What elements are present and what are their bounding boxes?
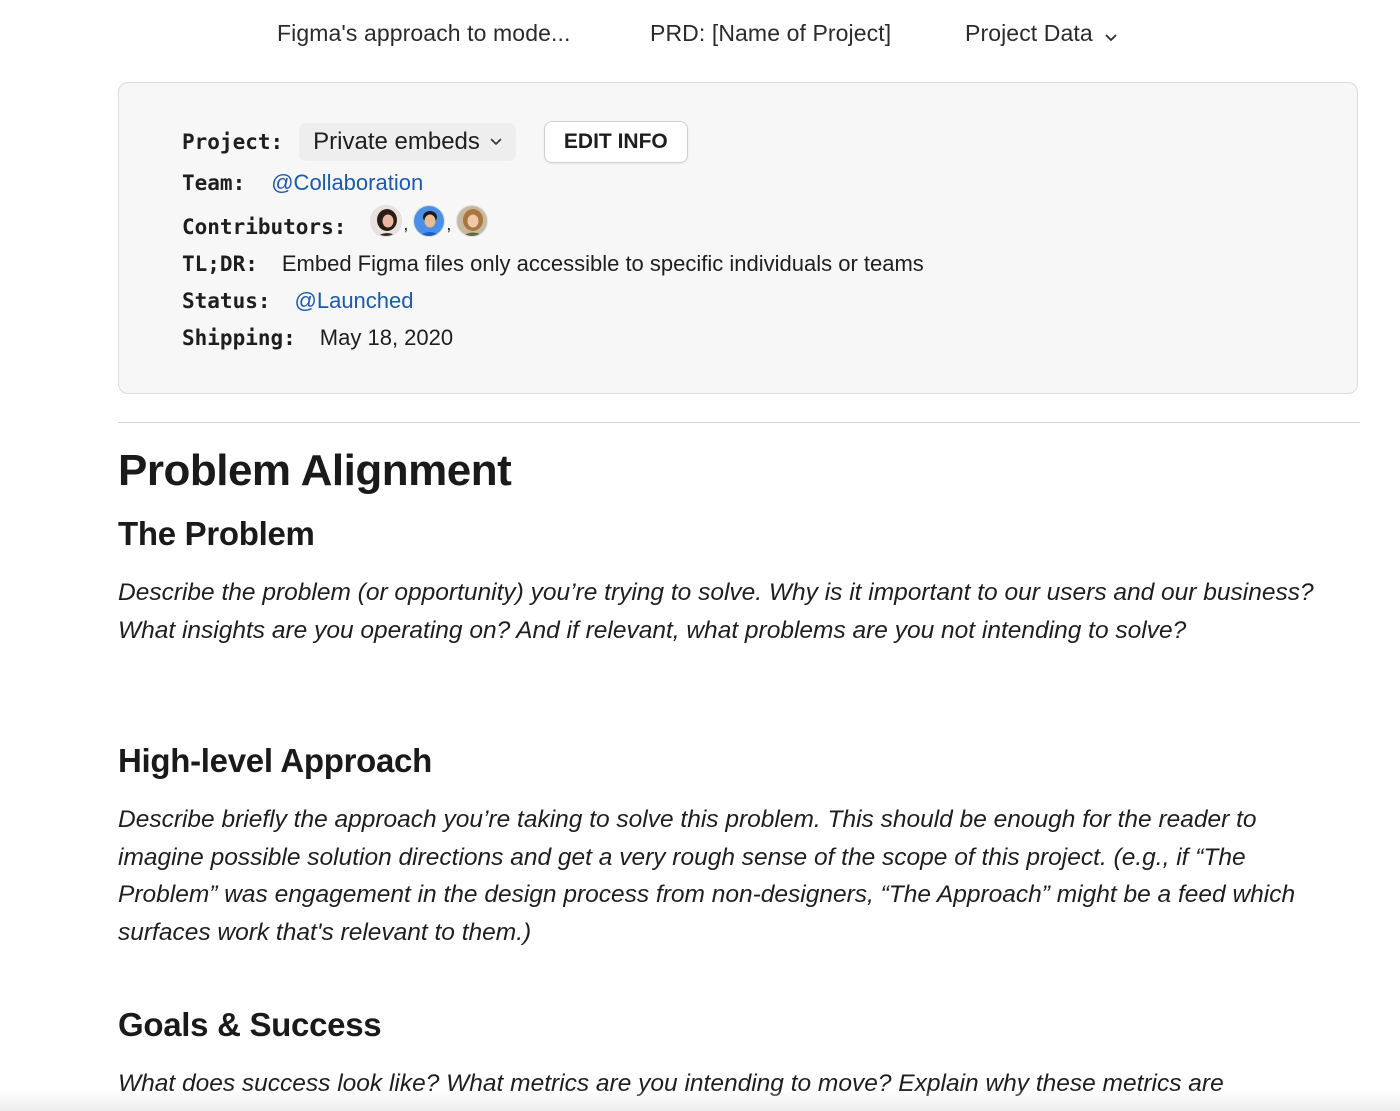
tldr-row: TL;DR: Embed Figma files only accessible… [182, 251, 924, 277]
section-heading-approach: High-level Approach [118, 742, 432, 779]
contributors-list: , , [370, 205, 489, 237]
shipping-label: Shipping: [182, 326, 296, 350]
bottom-fade [0, 1089, 1400, 1111]
project-info-card: Project: Private embeds EDIT INFO Team: … [118, 82, 1358, 394]
status-row: Status: @Launched [182, 288, 414, 314]
nav-item-label: Figma's approach to mode... [277, 20, 571, 46]
section-divider [118, 422, 1360, 423]
project-row: Project: Private embeds EDIT INFO [182, 121, 688, 163]
section-heading-goals: Goals & Success [118, 1006, 382, 1043]
avatar[interactable] [456, 205, 489, 237]
tldr-label: TL;DR: [182, 252, 258, 276]
nav-item-prd[interactable]: PRD: [Name of Project] [650, 20, 891, 47]
section-heading-problem: The Problem [118, 515, 315, 552]
status-link[interactable]: @Launched [295, 288, 414, 314]
contributor-separator: , [446, 214, 452, 234]
tldr-value: Embed Figma files only accessible to spe… [281, 251, 924, 276]
project-label: Project: [182, 130, 284, 154]
avatar[interactable] [413, 205, 446, 237]
contributors-row: Contributors: , , [182, 203, 489, 239]
chevron-down-icon [490, 138, 502, 146]
section-body-problem: Describe the problem (or opportunity) yo… [118, 579, 1314, 644]
top-nav: Figma's approach to mode... PRD: [Name o… [0, 0, 1400, 72]
nav-item-label: PRD: [Name of Project] [650, 20, 892, 46]
nav-item-label: Project Data [965, 20, 1093, 46]
shipping-value: May 18, 2020 [319, 325, 454, 350]
contributor-separator: , [403, 214, 409, 234]
status-label: Status: [182, 289, 271, 313]
nav-item-project-data[interactable]: Project Data [965, 20, 1117, 48]
nav-item-figma-approach[interactable]: Figma's approach to mode... [277, 20, 570, 47]
team-label: Team: [182, 171, 246, 195]
avatar[interactable] [370, 205, 403, 237]
project-select-value: Private embeds [313, 128, 480, 155]
project-select[interactable]: Private embeds [299, 123, 516, 161]
team-row: Team: @Collaboration [182, 170, 423, 196]
section-body-approach: Describe briefly the approach you’re tak… [118, 806, 1296, 946]
edit-info-button[interactable]: EDIT INFO [543, 121, 688, 163]
page-title: Problem Alignment [118, 446, 512, 495]
team-link[interactable]: @Collaboration [271, 170, 423, 196]
shipping-row: Shipping: May 18, 2020 [182, 325, 453, 351]
contributors-label: Contributors: [182, 215, 347, 239]
chevron-down-icon [1105, 21, 1117, 48]
